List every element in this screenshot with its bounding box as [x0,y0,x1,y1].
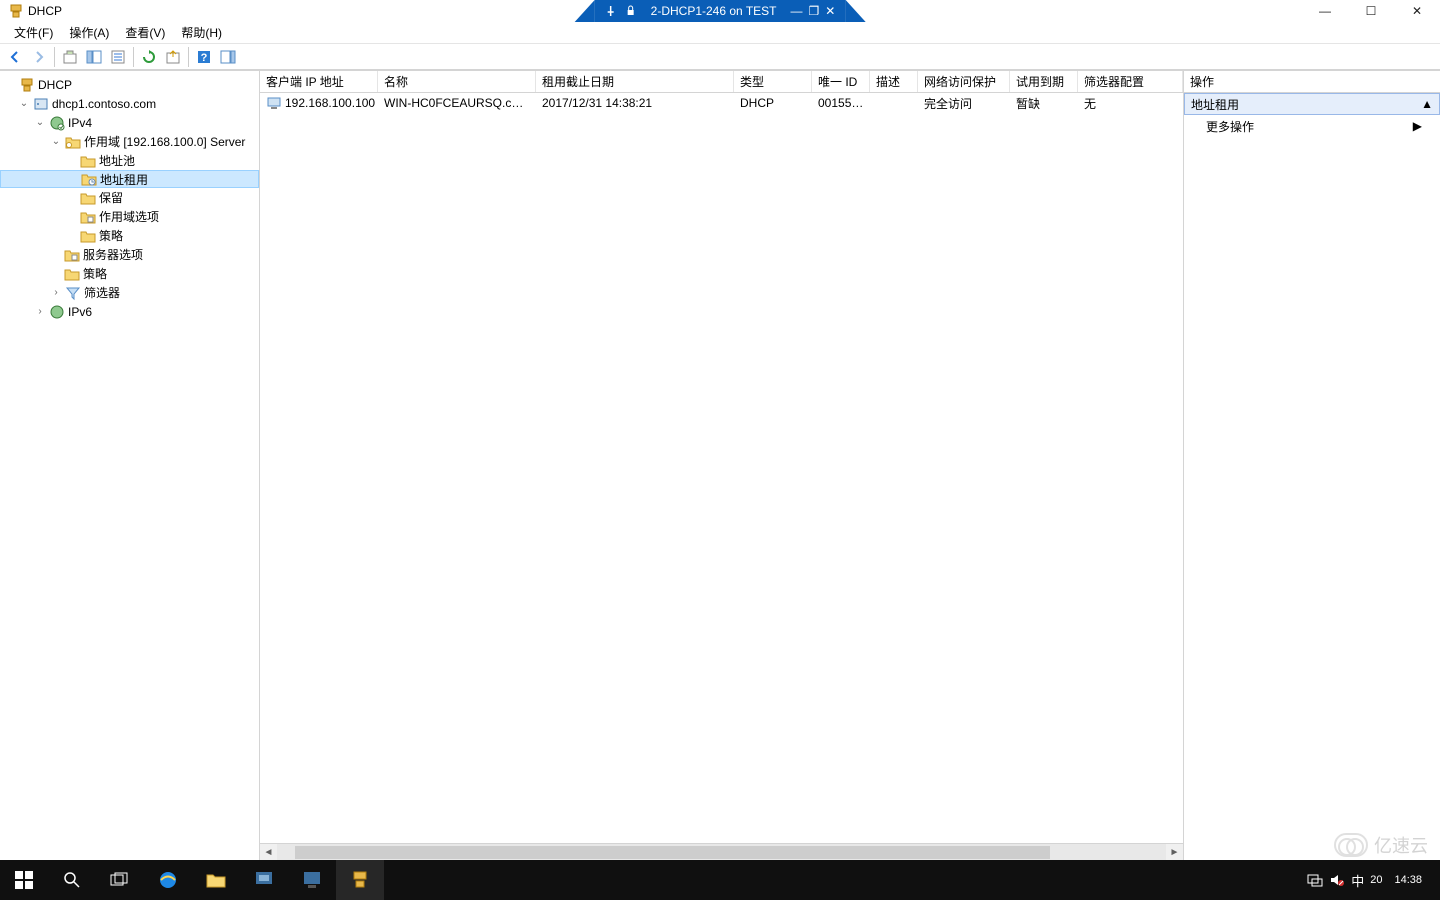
menu-view[interactable]: 查看(V) [117,22,173,44]
tree-scope-policies[interactable]: 策略 [0,226,259,245]
minimize-button[interactable]: — [1302,0,1348,22]
menu-help[interactable]: 帮助(H) [173,22,230,44]
lease-list: 客户端 IP 地址 名称 租用截止日期 类型 唯一 ID 描述 网络访问保护 试… [260,71,1184,860]
export-list-button[interactable] [107,46,129,68]
col-unique-id[interactable]: 唯一 ID [812,71,870,92]
options-icon [80,209,96,225]
taskbar-explorer[interactable] [192,860,240,900]
scope-icon [65,134,81,150]
remote-session-bar: 2-DHCP1-246 on TEST — ❐ ✕ [595,0,846,22]
svg-text:?: ? [201,52,208,64]
collapse-section-icon[interactable]: ▲ [1421,97,1433,111]
tree-server[interactable]: ⌄ dhcp1.contoso.com [0,94,259,113]
search-button[interactable] [48,860,96,900]
taskbar-hyperv[interactable] [240,860,288,900]
submenu-arrow-icon: ▶ [1413,119,1422,133]
back-button[interactable] [4,46,26,68]
options-icon [64,247,80,263]
help-button[interactable]: ? [193,46,215,68]
taskbar-vmconnect[interactable] [288,860,336,900]
export-button[interactable] [162,46,184,68]
forward-button[interactable] [28,46,50,68]
tree-scope-options[interactable]: 作用域选项 [0,207,259,226]
horizontal-scrollbar[interactable]: ◄ ► [260,843,1183,860]
show-hide-tree-button[interactable] [83,46,105,68]
tree-address-pool[interactable]: 地址池 [0,151,259,170]
remote-minimize-button[interactable]: — [791,4,803,18]
scroll-left-button[interactable]: ◄ [260,844,277,861]
menu-bar: 文件(F) 操作(A) 查看(V) 帮助(H) [0,22,1440,44]
start-button[interactable] [0,860,48,900]
column-headers: 客户端 IP 地址 名称 租用截止日期 类型 唯一 ID 描述 网络访问保护 试… [260,71,1183,93]
col-name[interactable]: 名称 [378,71,536,92]
task-view-button[interactable] [96,860,144,900]
folder-icon [64,266,80,282]
tree-server-policies[interactable]: 策略 [0,264,259,283]
remote-session-title: 2-DHCP1-246 on TEST [651,4,777,18]
remote-restore-button[interactable]: ❐ [809,4,820,18]
taskbar-dhcp[interactable] [336,860,384,900]
maximize-button[interactable]: ☐ [1348,0,1394,22]
dhcp-icon [19,77,35,93]
menu-file[interactable]: 文件(F) [6,22,61,44]
close-button[interactable]: ✕ [1394,0,1440,22]
scroll-right-button[interactable]: ► [1166,844,1183,861]
folder-icon [80,228,96,244]
show-hide-action-pane-button[interactable] [217,46,239,68]
leases-icon [81,171,97,187]
computer-icon [266,95,282,111]
tree-server-options[interactable]: 服务器选项 [0,245,259,264]
remote-close-button[interactable]: ✕ [825,4,835,18]
tree-reservations[interactable]: 保留 [0,188,259,207]
folder-icon [80,153,96,169]
tray-ime[interactable]: 中 [1351,871,1364,890]
expand-icon[interactable]: › [50,287,62,298]
tree-filters[interactable]: › 筛选器 [0,283,259,302]
folder-icon [80,190,96,206]
menu-action[interactable]: 操作(A) [61,22,117,44]
tree-address-leases[interactable]: 地址租用 [0,170,259,188]
tree-ipv6[interactable]: › IPv6 [0,302,259,321]
taskbar-clock[interactable]: 14:38 [1388,874,1428,886]
more-actions[interactable]: 更多操作 ▶ [1184,115,1440,137]
server-icon [33,96,49,112]
window-title: DHCP [28,4,62,18]
scroll-thumb[interactable] [295,846,1051,859]
taskbar-ie[interactable] [144,860,192,900]
actions-pane: 操作 地址租用 ▲ 更多操作 ▶ [1184,71,1440,860]
pin-icon[interactable] [605,5,617,17]
actions-header: 操作 [1184,71,1440,93]
up-button[interactable] [59,46,81,68]
tray-network-icon[interactable] [1307,873,1323,887]
filter-icon [65,285,81,301]
scope-tree[interactable]: DHCP ⌄ dhcp1.contoso.com ⌄ IPv4 ⌄ 作用域 [1… [0,71,260,860]
refresh-button[interactable] [138,46,160,68]
tree-ipv4[interactable]: ⌄ IPv4 [0,113,259,132]
tray-extra: 20 [1370,874,1382,886]
expand-icon[interactable]: › [34,306,46,317]
tree-scope[interactable]: ⌄ 作用域 [192.168.100.0] Server [0,132,259,151]
col-client-ip[interactable]: 客户端 IP 地址 [260,71,378,92]
app-icon [8,3,24,19]
col-description[interactable]: 描述 [870,71,918,92]
collapse-icon[interactable]: ⌄ [18,98,30,109]
taskbar: 中 20 14:38 [0,860,1440,900]
col-probation[interactable]: 试用到期 [1010,71,1078,92]
lease-row[interactable]: 192.168.100.100 WIN-HC0FCEAURSQ.con... 2… [260,93,1183,113]
col-lease-expiration[interactable]: 租用截止日期 [536,71,734,92]
actions-section[interactable]: 地址租用 ▲ [1184,93,1440,115]
collapse-icon[interactable]: ⌄ [50,136,62,147]
col-nap[interactable]: 网络访问保护 [918,71,1010,92]
col-type[interactable]: 类型 [734,71,812,92]
collapse-icon[interactable]: ⌄ [34,117,46,128]
ipv4-icon [49,115,65,131]
tree-root-dhcp[interactable]: DHCP [0,75,259,94]
ipv6-icon [49,304,65,320]
lock-icon [625,5,637,17]
tray-volume-icon[interactable] [1329,873,1345,887]
title-bar: DHCP 2-DHCP1-246 on TEST — ❐ ✕ — ☐ ✕ [0,0,1440,22]
toolbar: ? [0,44,1440,70]
col-filter[interactable]: 筛选器配置 [1078,71,1183,92]
